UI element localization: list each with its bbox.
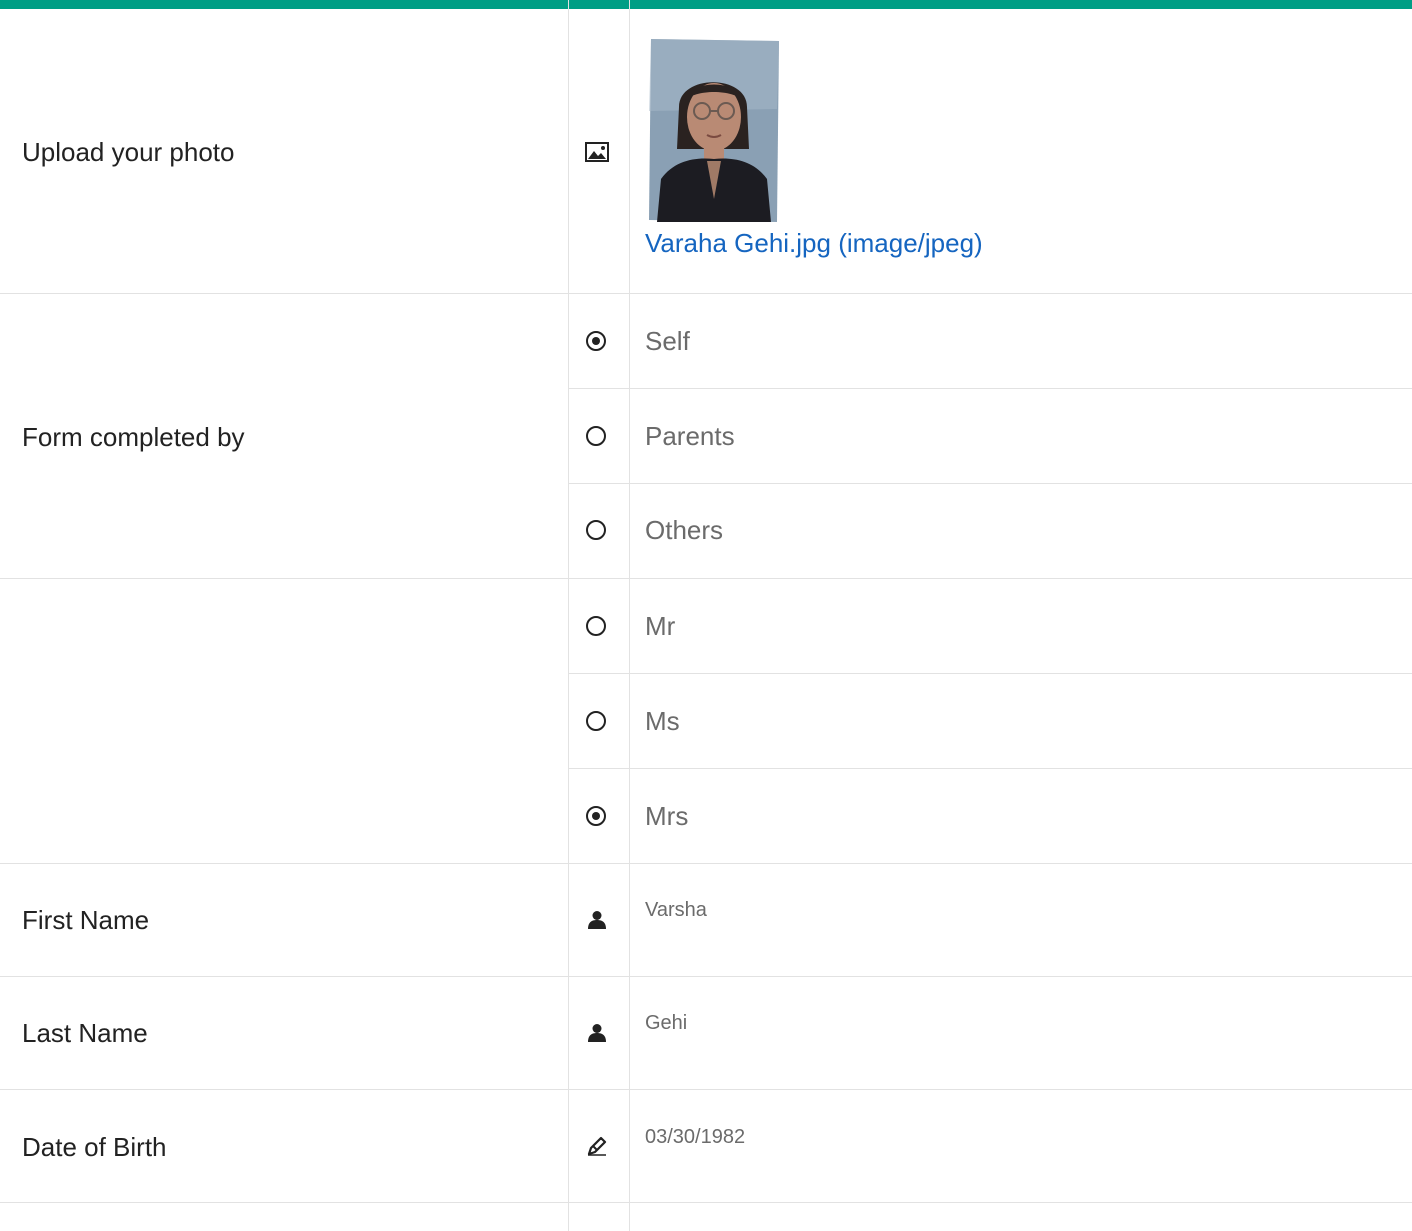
radio-ms[interactable] <box>586 711 606 731</box>
option-divider <box>569 768 1412 769</box>
option-divider <box>569 673 1412 674</box>
row-divider <box>0 293 1412 294</box>
photo-upload-label: Upload your photo <box>22 137 235 167</box>
option-others-label[interactable]: Others <box>645 515 723 546</box>
radio-others[interactable] <box>586 520 606 540</box>
column-divider <box>568 0 569 1231</box>
row-divider <box>0 863 1412 864</box>
row-divider <box>0 578 1412 579</box>
uploaded-photo-thumbnail[interactable] <box>649 39 779 222</box>
accent-top-bar <box>0 0 1412 9</box>
pencil-icon <box>583 1132 611 1160</box>
column-divider <box>629 0 630 1231</box>
form-completed-by-label: Form completed by <box>22 422 245 452</box>
option-self-label[interactable]: Self <box>645 326 690 357</box>
person-icon <box>583 906 611 934</box>
radio-selected-dot <box>592 337 600 345</box>
radio-mrs[interactable] <box>586 806 606 826</box>
uploaded-file-link[interactable]: Varaha Gehi.jpg (image/jpeg) <box>645 228 983 259</box>
image-icon <box>583 138 611 166</box>
option-ms-label[interactable]: Ms <box>645 706 680 737</box>
option-parents-label[interactable]: Parents <box>645 421 735 452</box>
row-divider <box>0 1202 1412 1203</box>
radio-parents[interactable] <box>586 426 606 446</box>
radio-self[interactable] <box>586 331 606 351</box>
first-name-value[interactable]: Varsha <box>645 899 707 922</box>
option-mr-label[interactable]: Mr <box>645 611 675 642</box>
dob-label: Date of Birth <box>22 1132 167 1162</box>
radio-mr[interactable] <box>586 616 606 636</box>
option-mrs-label[interactable]: Mrs <box>645 801 688 832</box>
row-divider <box>0 976 1412 977</box>
last-name-label: Last Name <box>22 1018 148 1048</box>
radio-selected-dot <box>592 812 600 820</box>
row-divider <box>0 1089 1412 1090</box>
option-divider <box>569 483 1412 484</box>
last-name-value[interactable]: Gehi <box>645 1012 687 1035</box>
first-name-label: First Name <box>22 905 150 935</box>
dob-value[interactable]: 03/30/1982 <box>645 1126 745 1149</box>
person-icon <box>583 1019 611 1047</box>
option-divider <box>569 388 1412 389</box>
